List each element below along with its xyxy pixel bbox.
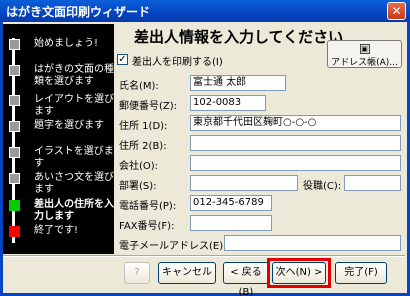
name-field[interactable]: 富士通 太郎 [190, 75, 286, 91]
step-marker [9, 173, 20, 184]
main-panel: 差出人情報を入力してください ✓ 差出人を印刷する(I) ▣ アドレス帳(A).… [114, 24, 405, 254]
position-field[interactable] [344, 175, 401, 191]
button-separator [3, 255, 405, 257]
print-sender-label: 差出人を印刷する(I) [132, 57, 223, 68]
email-field[interactable] [224, 235, 401, 251]
back-button[interactable]: < 戻る(B) [223, 262, 269, 296]
address-book-label: アドレス帳(A)... [331, 58, 398, 68]
phone-field[interactable]: 012-345-6789 [190, 195, 272, 211]
step-marker [9, 121, 20, 132]
position-label: 役職(C): [303, 181, 342, 192]
step-label: 題字を選びます [34, 120, 104, 131]
department-label: 部署(S): [119, 181, 157, 192]
step-label: はがきの文面の種類を選びます [34, 64, 114, 87]
cancel-button[interactable]: キャンセル [158, 262, 216, 284]
address1-field[interactable]: 東京都千代田区麹町○-○-○ [190, 115, 401, 131]
department-field[interactable] [190, 175, 298, 191]
title-bar: はがき文面印刷ウィザード ✕ [0, 0, 410, 22]
step-marker [9, 147, 20, 158]
current-step-marker [9, 200, 20, 211]
email-label: 電子メールアドレス(E): [119, 241, 227, 252]
step-marker [9, 39, 20, 50]
next-button-highlight [267, 258, 331, 288]
step-label: 差出人の住所を入力します [34, 199, 114, 222]
address2-field[interactable] [190, 135, 401, 151]
step-marker [9, 95, 20, 106]
step-label: レイアウトを選びます [34, 94, 114, 117]
help-button[interactable]: ? [124, 262, 150, 284]
step-label: イラストを選びます [34, 146, 114, 169]
address1-label: 住所 1(D): [119, 121, 168, 132]
company-field[interactable] [190, 155, 401, 171]
step-label: あいさつ文を選びます [34, 172, 114, 195]
close-button[interactable]: ✕ [387, 2, 406, 20]
step-marker [9, 65, 20, 76]
finish-button[interactable]: 完了(F) [335, 262, 387, 284]
step-panel: 始めましょう! はがきの文面の種類を選びます レイアウトを選びます 題字を選びま… [3, 24, 114, 254]
address-book-button[interactable]: ▣ アドレス帳(A)... [327, 40, 402, 68]
address2-label: 住所 2(B): [119, 141, 167, 152]
fax-field[interactable] [190, 215, 272, 231]
step-label: 始めましょう! [34, 38, 99, 49]
zip-label: 郵便番号(Z): [119, 101, 178, 112]
print-sender-checkbox[interactable]: ✓ [117, 54, 128, 65]
zip-field[interactable]: 102-0083 [190, 95, 266, 111]
address-book-icon: ▣ [359, 44, 370, 54]
final-step-marker [9, 226, 20, 237]
name-label: 氏名(M): [119, 81, 159, 92]
company-label: 会社(O): [119, 161, 159, 172]
fax-label: FAX番号(F): [119, 221, 175, 232]
step-label: 終了です! [34, 225, 79, 236]
page-heading: 差出人情報を入力してください [134, 28, 344, 46]
window-title: はがき文面印刷ウィザード [6, 5, 151, 19]
phone-label: 電話番号(P): [119, 201, 177, 212]
